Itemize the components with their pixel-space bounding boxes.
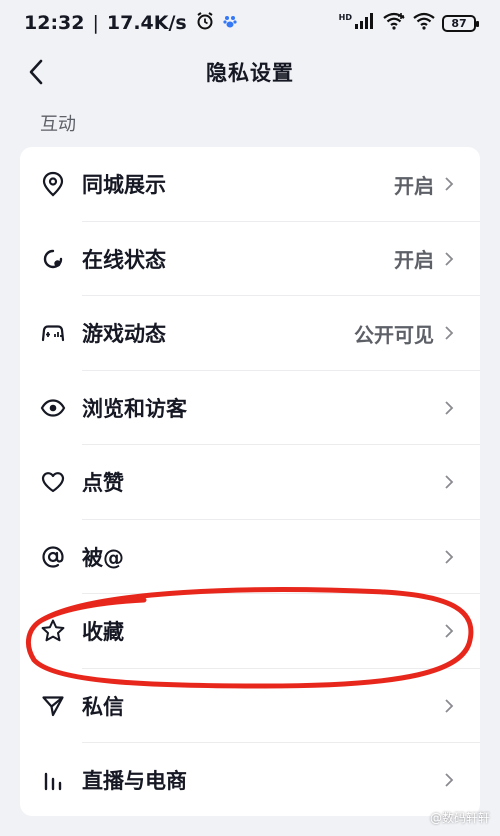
row-favorites[interactable]: 收藏	[20, 594, 480, 669]
status-separator: |	[92, 12, 99, 34]
hd-label: HD	[338, 12, 352, 22]
heart-icon	[40, 469, 66, 495]
row-label: 浏览和访客	[82, 396, 187, 421]
alarm-icon	[195, 11, 215, 36]
row-label: 私信	[82, 694, 124, 719]
status-bar: 12:32 | 17.4K/s HD 87	[0, 0, 500, 46]
network-speed: 17.4K/s	[106, 12, 187, 34]
eye-icon	[40, 395, 66, 421]
chevron-right-icon	[444, 399, 458, 417]
game-controller-icon	[40, 320, 66, 346]
row-browse-visitors[interactable]: 浏览和访客	[20, 371, 480, 445]
battery-icon: 87	[442, 14, 479, 32]
row-value: 开启	[394, 248, 434, 273]
row-label: 被@	[82, 545, 124, 570]
row-label: 收藏	[82, 620, 124, 645]
row-nearby-display[interactable]: 同城展示 开启	[20, 147, 480, 222]
chevron-right-icon	[444, 697, 458, 715]
section-label: 互动	[40, 114, 76, 135]
star-icon	[40, 618, 66, 644]
wifi-icon	[412, 12, 436, 34]
signal-icon	[354, 13, 376, 33]
wifi-icon	[382, 12, 406, 34]
online-status-icon	[40, 246, 66, 272]
navbar: 隐私设置	[0, 46, 500, 98]
row-label: 在线状态	[82, 247, 166, 272]
chevron-right-icon	[444, 771, 458, 789]
row-mentions[interactable]: 被@	[20, 520, 480, 594]
row-label: 直播与电商	[82, 769, 187, 794]
watermark: @数码轩轩	[429, 811, 490, 825]
send-icon	[40, 693, 66, 719]
row-live-commerce[interactable]: 直播与电商	[20, 743, 480, 816]
row-likes[interactable]: 点赞	[20, 445, 480, 520]
settings-card: 同城展示 开启 在线状态 开启 游戏动态 公开可见 浏览和访客 点赞 被@ 收藏…	[20, 147, 480, 816]
location-pin-icon	[40, 171, 66, 197]
row-private-messages[interactable]: 私信	[20, 669, 480, 743]
chevron-right-icon	[444, 473, 458, 491]
page-title: 隐私设置	[206, 61, 294, 85]
at-icon	[40, 544, 66, 570]
chevron-right-icon	[444, 250, 458, 268]
chevron-right-icon	[444, 622, 458, 640]
row-label: 点赞	[82, 471, 124, 496]
chevron-right-icon	[444, 324, 458, 342]
status-right: HD 87	[338, 12, 479, 34]
status-time: 12:32	[24, 12, 85, 34]
chevron-right-icon	[444, 548, 458, 566]
chevron-right-icon	[444, 175, 458, 193]
paw-icon	[223, 12, 237, 34]
chevron-left-icon	[29, 59, 43, 85]
row-game-activity[interactable]: 游戏动态 公开可见	[20, 296, 480, 371]
row-online-status[interactable]: 在线状态 开启	[20, 222, 480, 296]
row-value: 公开可见	[354, 322, 434, 347]
back-button[interactable]	[18, 54, 54, 90]
row-label: 同城展示	[82, 173, 166, 198]
row-label: 游戏动态	[82, 322, 166, 347]
bar-chart-icon	[40, 767, 66, 793]
row-value: 开启	[394, 173, 434, 198]
status-left: 12:32 | 17.4K/s	[24, 11, 237, 36]
